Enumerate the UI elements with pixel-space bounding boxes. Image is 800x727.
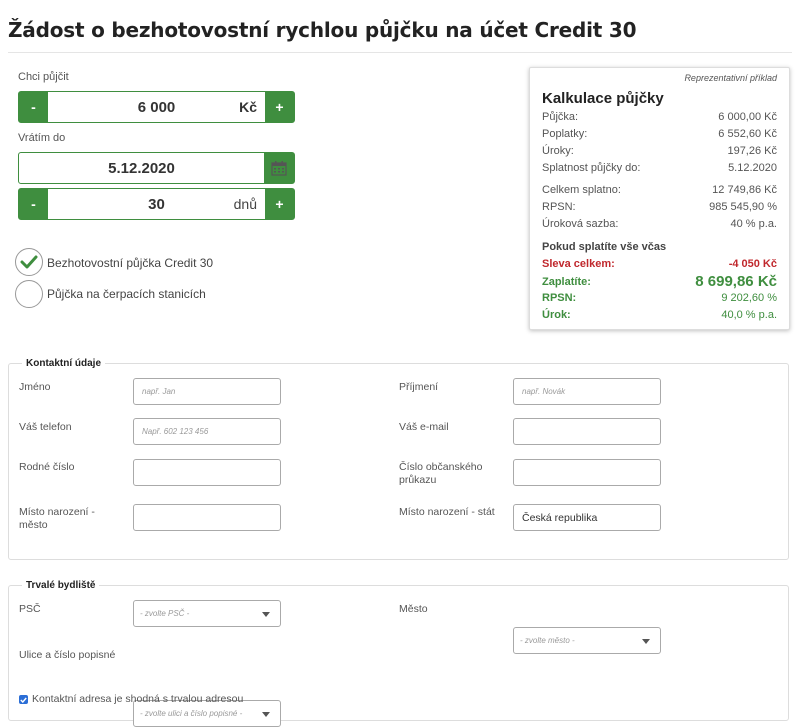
- birth-country-label: Místo narození - stát: [399, 506, 495, 518]
- address-legend: Trvalé bydliště: [22, 580, 100, 591]
- birth-number-input[interactable]: [133, 459, 281, 486]
- pay-row: Zaplatíte: 8 699,86 Kč: [542, 273, 777, 290]
- amount-plus-button[interactable]: +: [265, 92, 294, 122]
- street-label: Ulice a číslo popisné: [19, 649, 116, 661]
- loan-type-label-credit30[interactable]: Bezhotovostní půjčka Credit 30: [47, 256, 213, 270]
- amount-minus-button[interactable]: -: [19, 92, 48, 122]
- amount-value: 6 000: [137, 98, 176, 116]
- zip-select-value: - zvolte PSČ -: [140, 609, 190, 618]
- birth-number-label: Rodné číslo: [19, 461, 75, 473]
- calc-row: Splatnost půjčky do: 5.12.2020: [542, 162, 777, 174]
- same-address-checkbox[interactable]: [19, 695, 28, 704]
- return-date-field: 5.12.2020: [18, 152, 295, 184]
- amount-input[interactable]: 6 000 Kč: [48, 92, 265, 122]
- email-input[interactable]: [513, 418, 661, 445]
- last-name-label: Příjmení: [399, 381, 439, 393]
- representative-example: Reprezentativní příklad: [684, 73, 777, 83]
- chevron-down-icon: [642, 639, 650, 644]
- days-unit: dnů: [233, 196, 257, 212]
- calc-row: Poplatky: 6 552,60 Kč: [542, 128, 777, 140]
- first-name-input[interactable]: např. Jan: [133, 378, 281, 405]
- id-card-input[interactable]: [513, 459, 661, 486]
- birth-country-input[interactable]: Česká republika: [513, 504, 661, 531]
- days-input[interactable]: 30 dnů: [48, 189, 265, 219]
- chevron-down-icon: [262, 612, 270, 617]
- calc-row: Půjčka: 6 000,00 Kč: [542, 111, 777, 123]
- page-title: Žádost o bezhotovostní rychlou půjčku na…: [8, 18, 637, 42]
- phone-input[interactable]: Např. 602 123 456: [133, 418, 281, 445]
- street-select-value: - zvolte ulici a číslo popisné -: [140, 709, 243, 718]
- loan-calculation-panel: Reprezentativní příklad Kalkulace půjčky…: [529, 67, 790, 330]
- first-name-label: Jméno: [19, 381, 51, 393]
- ontime-heading: Pokud splatíte vše včas: [542, 241, 667, 253]
- birth-city-label: Místo narození - město: [19, 506, 95, 531]
- rpsn-row: RPSN: 9 202,60 %: [542, 292, 777, 304]
- amount-stepper: - 6 000 Kč +: [18, 91, 295, 123]
- chevron-down-icon: [262, 712, 270, 717]
- city-label: Město: [399, 603, 428, 615]
- title-divider: [8, 52, 792, 53]
- contact-legend: Kontaktní údaje: [22, 358, 106, 369]
- loan-type-label-station[interactable]: Půjčka na čerpacích stanicích: [47, 287, 206, 301]
- days-plus-button[interactable]: +: [265, 189, 294, 219]
- days-minus-button[interactable]: -: [19, 189, 48, 219]
- amount-label: Chci půjčit: [18, 71, 69, 83]
- zip-select[interactable]: - zvolte PSČ -: [133, 600, 281, 627]
- last-name-input[interactable]: např. Novák: [513, 378, 661, 405]
- rate-row: Úrok: 40,0 % p.a.: [542, 309, 777, 321]
- days-value: 30: [148, 195, 165, 213]
- zip-label: PSČ: [19, 603, 41, 615]
- same-address-label[interactable]: Kontaktní adresa je shodná s trvalou adr…: [32, 693, 243, 706]
- calc-title: Kalkulace půjčky: [542, 90, 664, 107]
- phone-label: Váš telefon: [19, 421, 72, 433]
- calendar-icon: [271, 161, 287, 176]
- return-label: Vrátím do: [18, 132, 66, 144]
- email-label: Váš e-mail: [399, 421, 449, 433]
- calc-row: Úroková sazba: 40 % p.a.: [542, 218, 777, 230]
- calendar-button[interactable]: [264, 153, 294, 183]
- check-icon: [20, 697, 27, 703]
- loan-type-radio-credit30[interactable]: [15, 248, 43, 276]
- calc-row: Úroky: 197,26 Kč: [542, 145, 777, 157]
- birth-city-input[interactable]: [133, 504, 281, 531]
- return-date-input[interactable]: 5.12.2020: [19, 153, 264, 183]
- calc-row: Celkem splatno: 12 749,86 Kč: [542, 184, 777, 196]
- checkmark-icon: [20, 255, 38, 269]
- amount-unit: Kč: [239, 99, 257, 115]
- city-select-value: - zvolte město -: [520, 636, 575, 645]
- calc-row: RPSN: 985 545,90 %: [542, 201, 777, 213]
- discount-row: Sleva celkem: -4 050 Kč: [542, 258, 777, 270]
- city-select[interactable]: - zvolte město -: [513, 627, 661, 654]
- loan-type-radio-station[interactable]: [15, 280, 43, 308]
- id-card-label: Číslo občanského průkazu: [399, 461, 483, 486]
- days-stepper: - 30 dnů +: [18, 188, 295, 220]
